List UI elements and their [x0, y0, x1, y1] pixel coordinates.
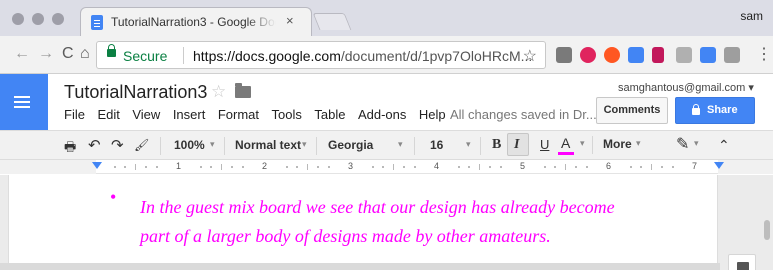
scrollbar-thumb[interactable]	[764, 220, 770, 240]
star-icon[interactable]: ☆	[211, 82, 226, 102]
tab-close-icon[interactable]: ×	[286, 13, 294, 28]
lock-icon	[107, 44, 116, 57]
bold-button[interactable]: B	[492, 137, 501, 153]
bullet-marker: •	[110, 187, 117, 207]
italic-button[interactable]: I	[507, 133, 529, 156]
maximize-window-button[interactable]	[52, 13, 64, 25]
browser-tab-strip: TutorialNarration3 - Google Docs × sam	[0, 0, 773, 36]
google-docs-icon	[91, 15, 103, 30]
extension-icon[interactable]	[604, 47, 620, 63]
chevron-down-icon: ▾	[302, 139, 307, 149]
ruler-number: 7	[692, 161, 698, 171]
undo-icon[interactable]: ↶	[88, 136, 101, 154]
secure-label: Secure	[123, 48, 168, 64]
menu-view[interactable]: View	[132, 107, 160, 122]
extension-icon[interactable]	[676, 47, 692, 63]
paragraph-line: In the guest mix board we see that our d…	[140, 197, 615, 217]
ruler-number: 4	[434, 161, 440, 171]
back-icon[interactable]: ←	[14, 45, 30, 63]
reload-icon[interactable]: C	[62, 45, 74, 63]
menu-format[interactable]: Format	[218, 107, 259, 122]
document-title[interactable]: TutorialNarration3	[64, 82, 207, 103]
redo-icon[interactable]: ↷	[111, 136, 124, 154]
profile-name[interactable]: sam	[740, 9, 763, 23]
formatting-toolbar: 🖶 ↶ ↷ 🖌 100% ▾ Normal text ▾ Georgia ▾ 1…	[0, 130, 773, 160]
paint-format-icon[interactable]: 🖌	[134, 138, 149, 152]
ruler[interactable]: 1 2 3 4 5 6 7	[0, 160, 773, 174]
docs-home-icon[interactable]	[0, 74, 48, 130]
font-size-select[interactable]: 16	[430, 138, 443, 152]
chevron-down-icon: ▾	[398, 139, 403, 149]
menu-addons[interactable]: Add-ons	[358, 107, 406, 122]
zoom-select[interactable]: 100%	[174, 138, 205, 152]
extension-icon[interactable]	[700, 47, 716, 63]
menu-file[interactable]: File	[64, 107, 85, 122]
lock-icon	[692, 104, 700, 115]
underline-button[interactable]: U	[540, 137, 549, 152]
print-icon[interactable]: 🖶	[64, 138, 76, 160]
new-tab-button[interactable]	[312, 13, 352, 30]
extension-icon[interactable]	[628, 47, 644, 63]
browser-menu-icon[interactable]: ⋮	[756, 44, 772, 64]
text-color-indicator	[558, 152, 574, 155]
bookmark-star-icon[interactable]: ☆	[523, 46, 537, 66]
address-bar[interactable]: Secure https://docs.google.com/document/…	[96, 41, 546, 69]
ruler-number: 3	[348, 161, 354, 171]
extension-icon[interactable]	[652, 47, 664, 63]
comments-button[interactable]: Comments	[596, 97, 668, 124]
forward-icon[interactable]: →	[38, 45, 54, 63]
chevron-down-icon: ▾	[694, 138, 699, 148]
ruler-number: 6	[606, 161, 612, 171]
close-window-button[interactable]	[12, 13, 24, 25]
home-icon[interactable]: ⌂	[80, 45, 90, 63]
folder-icon[interactable]	[235, 83, 251, 98]
extension-icon[interactable]	[556, 47, 572, 63]
menu-insert[interactable]: Insert	[173, 107, 206, 122]
chevron-down-icon: ▾	[466, 139, 471, 149]
style-select[interactable]: Normal text	[235, 138, 301, 152]
ruler-number: 2	[262, 161, 268, 171]
font-select[interactable]: Georgia	[328, 138, 373, 152]
chevron-down-icon: ▾	[748, 82, 754, 94]
menu-table[interactable]: Table	[314, 107, 345, 122]
pinterest-icon[interactable]	[580, 47, 596, 63]
docs-menubar: File Edit View Insert Format Tools Table Add-on…	[64, 107, 458, 122]
ruler-number: 1	[176, 161, 182, 171]
share-button[interactable]: Share	[675, 97, 755, 124]
browser-toolbar: ← → C ⌂ Secure https://docs.google.com/d…	[0, 36, 773, 74]
text-color-button[interactable]: A	[561, 135, 570, 151]
camera-icon[interactable]	[724, 47, 740, 63]
more-button[interactable]: More	[603, 137, 632, 151]
account-email[interactable]: samghantous@gmail.com ▾	[618, 81, 754, 94]
save-status[interactable]: All changes saved in Dr...	[450, 107, 597, 122]
right-indent-marker[interactable]	[714, 162, 724, 169]
chevron-down-icon: ▾	[210, 139, 215, 149]
chevron-down-icon: ▾	[580, 138, 585, 148]
editing-mode-pen-icon[interactable]: ✎	[676, 134, 689, 154]
minimize-window-button[interactable]	[32, 13, 44, 25]
chevron-down-icon: ▾	[636, 138, 641, 148]
browser-tab-active[interactable]: TutorialNarration3 - Google Docs ×	[80, 7, 312, 36]
ruler-number: 5	[520, 161, 526, 171]
paragraph-line: part of a larger body of designs made by…	[140, 226, 551, 246]
menu-tools[interactable]: Tools	[272, 107, 302, 122]
menu-edit[interactable]: Edit	[97, 107, 119, 122]
collapse-toolbar-icon[interactable]: ⌃	[718, 137, 730, 154]
url-text: https://docs.google.com/document/d/1pvp7…	[193, 48, 533, 64]
menu-help[interactable]: Help	[419, 107, 446, 122]
document-paragraph[interactable]: In the guest mix board we see that our d…	[140, 193, 730, 251]
explore-button[interactable]	[728, 254, 756, 270]
left-indent-marker[interactable]	[92, 162, 102, 169]
